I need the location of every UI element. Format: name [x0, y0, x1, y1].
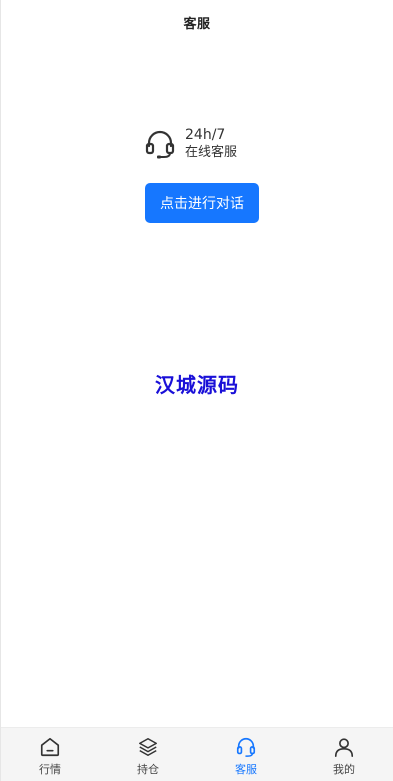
tab-label: 行情	[39, 763, 61, 776]
tab-label: 我的	[333, 763, 355, 776]
support-label: 在线客服	[185, 145, 238, 160]
support-info: 24h/7 在线客服	[144, 126, 237, 162]
layers-icon	[139, 738, 157, 756]
start-chat-button[interactable]: 点击进行对话	[145, 183, 259, 223]
headset-icon	[236, 737, 256, 757]
tab-label: 持仓	[137, 763, 159, 776]
tab-market[interactable]: 行情	[1, 728, 99, 781]
headset-icon	[145, 130, 175, 159]
tab-customer-service[interactable]: 客服	[197, 728, 295, 781]
tab-holdings[interactable]: 持仓	[99, 728, 197, 781]
page-title: 客服	[183, 16, 211, 32]
bottom-tab-bar: 行情 持仓 客服 我的	[1, 727, 393, 781]
top-nav-bar: 客服	[1, 0, 393, 44]
support-hours: 24h/7	[185, 127, 226, 143]
user-icon	[334, 738, 354, 757]
tab-profile[interactable]: 我的	[295, 728, 393, 781]
tab-label: 客服	[235, 763, 257, 776]
customer-service-page: 客服 24h/7 在线客服 点击进行对话 汉城源码 行情 持仓 客服 我的	[0, 0, 393, 781]
home-icon	[40, 737, 60, 757]
watermark-text: 汉城源码	[155, 373, 239, 397]
support-text: 24h/7 在线客服	[185, 126, 237, 162]
